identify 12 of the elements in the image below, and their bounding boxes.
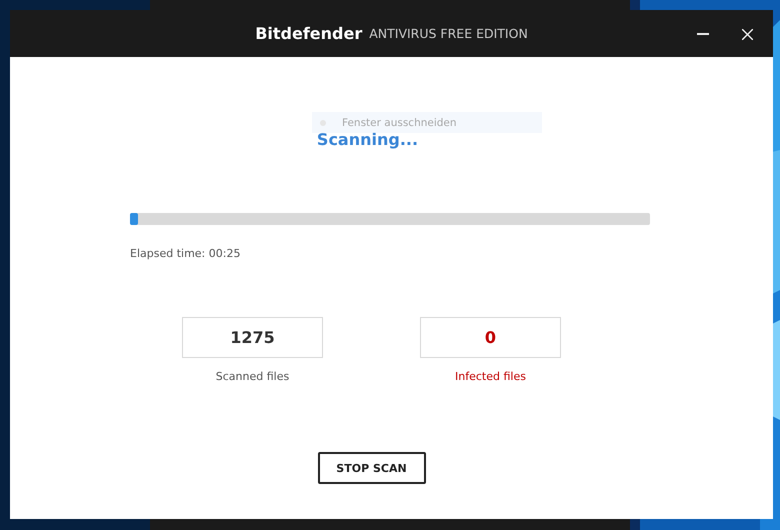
scan-status: Scanning... <box>316 130 418 149</box>
minimize-icon <box>697 33 709 35</box>
close-icon <box>742 28 752 40</box>
window-title: ANTIVIRUS FREE EDITION <box>369 26 528 41</box>
counter-value: 0 <box>420 317 561 358</box>
stop-scan-button[interactable]: STOP SCAN <box>318 452 426 484</box>
counter-label: Scanned files <box>216 370 290 383</box>
counter-label: Infected files <box>455 370 526 383</box>
tooltip-text: Fenster ausschneiden <box>342 116 457 128</box>
counter-value: 1275 <box>182 317 323 358</box>
brand-name: Bitdefender <box>255 24 362 43</box>
elapsed-time: Elapsed time: 00:25 <box>130 247 242 260</box>
